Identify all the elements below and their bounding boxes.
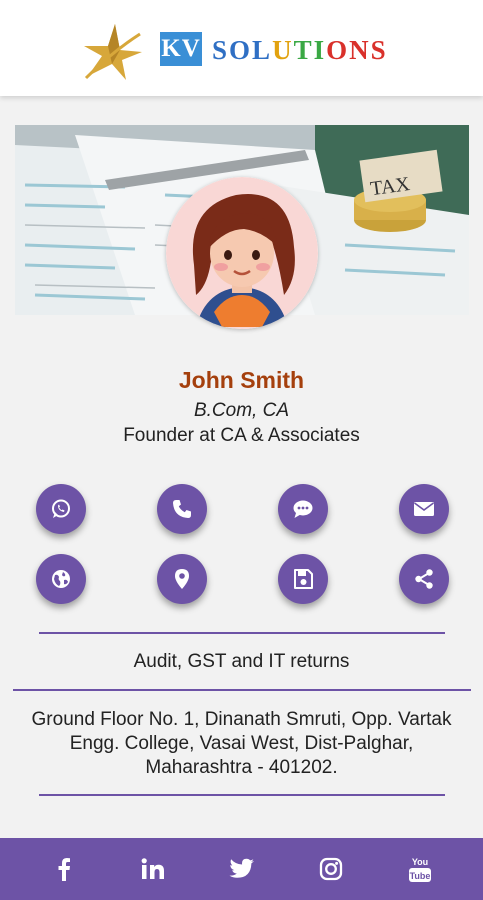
linkedin-icon [141, 858, 164, 879]
svg-text:Tube: Tube [410, 871, 431, 881]
phone-icon [173, 500, 191, 518]
header: KV SOLUTIONS [0, 0, 483, 96]
profile-role: Founder at CA & Associates [123, 425, 360, 446]
call-button[interactable] [157, 484, 207, 534]
linkedin-link[interactable] [137, 853, 169, 885]
brand-letter: S [370, 35, 388, 65]
svg-text:You: You [412, 857, 428, 867]
share-icon [415, 569, 433, 589]
brand-letter: O [229, 35, 253, 65]
instagram-icon [319, 857, 343, 881]
location-button[interactable] [157, 554, 207, 604]
envelope-icon [414, 502, 434, 516]
services-text: Audit, GST and IT returns [133, 651, 350, 672]
twitter-link[interactable] [226, 853, 258, 885]
twitter-icon [229, 858, 254, 878]
brand-letter: S [212, 35, 230, 65]
whatsapp-button[interactable] [36, 484, 86, 534]
website-button[interactable] [36, 554, 86, 604]
brand-letter: T [293, 35, 314, 65]
star-logo-icon [84, 24, 142, 80]
divider [13, 689, 471, 691]
globe-icon [52, 570, 70, 588]
save-contact-button[interactable] [278, 554, 328, 604]
address-text: Ground Floor No. 1, Dinanath Smruti, Opp… [31, 709, 452, 778]
chat-icon [293, 500, 313, 518]
divider [39, 794, 445, 796]
save-icon [294, 569, 313, 589]
youtube-icon: You Tube [409, 857, 431, 882]
avatar-illustration [166, 177, 318, 329]
whatsapp-icon [52, 499, 70, 518]
social-footer: You Tube [0, 838, 483, 900]
facebook-icon [58, 858, 70, 881]
youtube-link[interactable]: You Tube [404, 853, 436, 885]
share-button[interactable] [399, 554, 449, 604]
divider [39, 632, 445, 634]
profile-name: John Smith [178, 367, 305, 393]
brand-kv: KV [160, 32, 202, 66]
brand-letter: I [313, 35, 327, 65]
facebook-link[interactable] [48, 853, 80, 885]
instagram-link[interactable] [315, 853, 347, 885]
brand-letter: O [326, 35, 350, 65]
sms-button[interactable] [278, 484, 328, 534]
brand-solutions: SOLUTIONS [212, 33, 388, 67]
brand-letter: N [349, 35, 371, 65]
email-button[interactable] [399, 484, 449, 534]
brand-letter: U [272, 35, 294, 65]
brand-letter: L [252, 35, 273, 65]
profile-qualification: B.Com, CA [193, 400, 290, 421]
map-pin-icon [175, 569, 189, 589]
avatar [166, 177, 318, 329]
